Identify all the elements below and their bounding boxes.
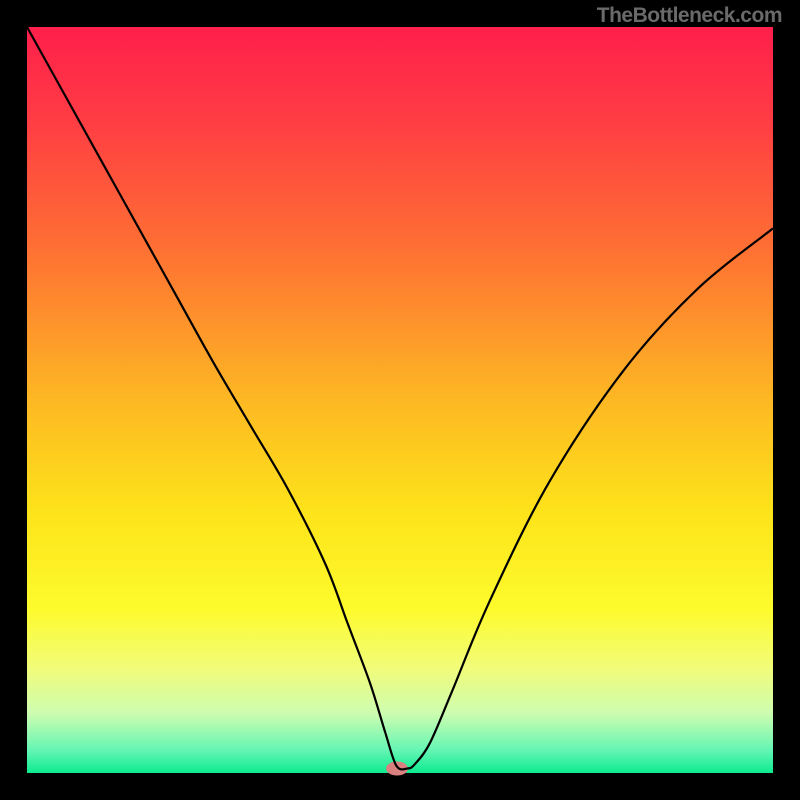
plot-background xyxy=(27,27,773,773)
chart-container: TheBottleneck.com xyxy=(0,0,800,800)
bottleneck-chart xyxy=(0,0,800,800)
watermark-text: TheBottleneck.com xyxy=(597,4,782,28)
